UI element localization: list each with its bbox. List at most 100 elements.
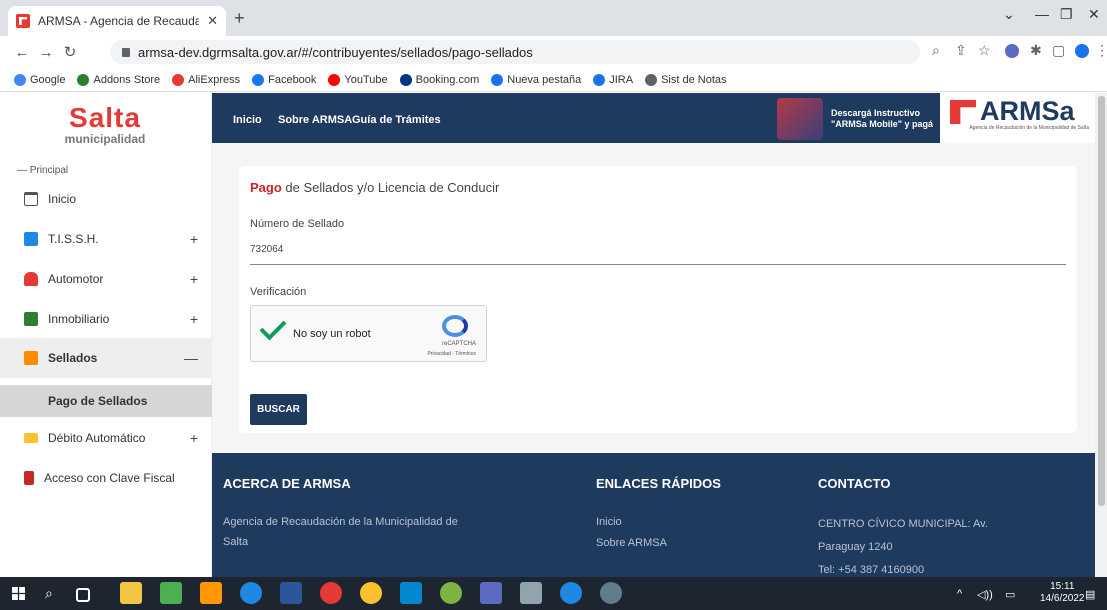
sidebar-item-automotor[interactable]: Automotor + bbox=[0, 259, 212, 299]
menu-dots-icon[interactable]: ⋮ bbox=[1095, 42, 1107, 59]
url-text: armsa-dev.dgrmsalta.gov.ar/#/contribuyen… bbox=[138, 44, 533, 60]
bookmark-item[interactable]: Google bbox=[14, 73, 66, 86]
tray-chevron-icon[interactable]: ^ bbox=[957, 588, 962, 600]
buscar-button[interactable]: BUSCAR bbox=[250, 394, 307, 425]
bookmark-item[interactable]: Nueva pestaña bbox=[491, 73, 582, 86]
search-icon[interactable]: ⌕ bbox=[45, 585, 53, 602]
app-icon[interactable] bbox=[160, 582, 182, 604]
sidebar-item-tissh[interactable]: T.I.S.S.H. + bbox=[0, 219, 212, 259]
app-icon[interactable] bbox=[520, 582, 542, 604]
bookmark-icon bbox=[14, 73, 26, 86]
captcha-terms-link[interactable]: Privacidad - Términos bbox=[427, 351, 476, 357]
tab-close-icon[interactable]: ✕ bbox=[207, 13, 218, 29]
shield-icon[interactable] bbox=[1075, 44, 1089, 58]
app-icon[interactable] bbox=[600, 582, 622, 604]
expand-icon[interactable]: + bbox=[190, 271, 198, 287]
sidebar-subitem-pago-sellados[interactable]: Pago de Sellados bbox=[0, 385, 212, 417]
extension-icon[interactable] bbox=[1005, 44, 1019, 58]
logo-subtitle: municipalidad bbox=[64, 132, 146, 146]
puzzle-icon[interactable]: ✱ bbox=[1030, 42, 1042, 59]
car-icon bbox=[24, 272, 38, 286]
bookmark-label: Facebook bbox=[268, 73, 317, 86]
sidebar-item-label: Inicio bbox=[48, 192, 77, 206]
maximize-button[interactable]: ❐ bbox=[1060, 6, 1073, 23]
edge-icon[interactable] bbox=[240, 582, 262, 604]
app-icon[interactable] bbox=[400, 582, 422, 604]
navigation-bar: ← → ↻ armsa-dev.dgrmsalta.gov.ar/#/contr… bbox=[0, 36, 1107, 68]
footer-link-inicio[interactable]: Inicio bbox=[596, 516, 622, 528]
network-icon[interactable]: ▭ bbox=[1005, 588, 1015, 601]
mobile-app-promo[interactable]: Descargá Instructivo "ARMSa Mobile" y pa… bbox=[777, 97, 937, 140]
close-window-button[interactable]: ✕ bbox=[1088, 6, 1100, 23]
browser-tab[interactable]: ARMSA - Agencia de Recaudació ✕ bbox=[8, 6, 226, 36]
bookmark-icon bbox=[491, 73, 504, 86]
sidebar-item-label: Inmobiliario bbox=[48, 312, 110, 326]
word-icon[interactable] bbox=[280, 582, 302, 604]
side-panel-icon[interactable]: ▢ bbox=[1052, 42, 1065, 59]
file-explorer-icon[interactable] bbox=[120, 582, 142, 604]
chrome-icon[interactable] bbox=[360, 582, 382, 604]
bookmark-item[interactable]: JIRA bbox=[593, 73, 633, 86]
expand-icon[interactable]: + bbox=[190, 311, 198, 327]
expand-icon[interactable]: + bbox=[190, 231, 198, 247]
bookmark-item[interactable]: Facebook bbox=[252, 73, 317, 86]
back-icon[interactable]: ← bbox=[10, 44, 34, 61]
bookmark-label: Nueva pestaña bbox=[507, 73, 582, 86]
app-icon[interactable] bbox=[320, 582, 342, 604]
bookmark-item[interactable]: YouTube bbox=[328, 73, 388, 86]
page-title: Pago de Sellados y/o Licencia de Conduci… bbox=[250, 180, 500, 195]
volume-icon[interactable]: ◁)) bbox=[977, 588, 993, 601]
app-icon[interactable] bbox=[480, 582, 502, 604]
sidebar-item-label: Sellados bbox=[48, 351, 98, 365]
bookmark-icon bbox=[645, 73, 658, 86]
address-bar[interactable]: armsa-dev.dgrmsalta.gov.ar/#/contribuyen… bbox=[110, 40, 920, 64]
sellado-number-input[interactable]: 732064 bbox=[250, 244, 283, 255]
promo-line-1: Descargá Instructivo bbox=[831, 107, 921, 118]
forward-icon[interactable]: → bbox=[34, 44, 58, 61]
nav-inicio[interactable]: Inicio bbox=[233, 114, 262, 126]
sidebar-item-inmobiliario[interactable]: Inmobiliario + bbox=[0, 299, 212, 339]
bookmark-label: AliExpress bbox=[188, 73, 241, 86]
bookmark-icon bbox=[328, 73, 341, 86]
bookmark-label: Addons Store bbox=[93, 73, 161, 86]
reload-icon[interactable]: ↻ bbox=[58, 43, 82, 61]
internet-explorer-icon[interactable] bbox=[560, 582, 582, 604]
bookmark-item[interactable]: Addons Store bbox=[77, 73, 161, 86]
bookmark-item[interactable]: Booking.com bbox=[399, 73, 479, 86]
salta-logo[interactable]: Salta municipalidad bbox=[40, 104, 170, 148]
promo-line-2: "ARMSa Mobile" y pagá bbox=[831, 118, 934, 129]
bookmark-item[interactable]: Sist de Notas bbox=[645, 73, 727, 86]
share-icon[interactable]: ⇪ bbox=[955, 42, 967, 59]
nav-guia-tramites[interactable]: Guía de Trámites bbox=[352, 114, 441, 126]
zoom-icon[interactable]: ⌕ bbox=[932, 42, 940, 59]
tab-search-icon[interactable]: ⌄ bbox=[1003, 6, 1015, 23]
bookmark-item[interactable]: AliExpress bbox=[172, 73, 241, 86]
footer-links-title: ENLACES RÁPIDOS bbox=[596, 476, 721, 491]
new-tab-button[interactable]: + bbox=[234, 8, 245, 29]
sidebar-item-debito[interactable]: Débito Automático + bbox=[0, 418, 212, 458]
scrollbar-thumb[interactable] bbox=[1098, 96, 1105, 506]
task-view-icon[interactable] bbox=[76, 588, 90, 602]
collapse-icon[interactable]: — bbox=[184, 350, 198, 366]
notifications-icon[interactable]: ▤ bbox=[1085, 588, 1095, 601]
app-icon[interactable] bbox=[440, 582, 462, 604]
bookmark-label: Google bbox=[30, 73, 66, 86]
armsa-logo[interactable]: ARMSa Agencia de Recaudación de la Munic… bbox=[940, 93, 1095, 143]
sidebar-item-label: Automotor bbox=[48, 272, 104, 286]
brand-name: ARMSa bbox=[946, 97, 1089, 125]
sidebar-item-clave-fiscal[interactable]: Acceso con Clave Fiscal bbox=[0, 458, 212, 498]
sidebar-item-label: Acceso con Clave Fiscal bbox=[44, 471, 175, 485]
nav-sobre-armsa[interactable]: Sobre ARMSA bbox=[278, 114, 352, 126]
door-icon bbox=[24, 471, 34, 485]
sidebar-item-inicio[interactable]: Inicio bbox=[0, 179, 212, 219]
taskbar-clock[interactable]: 15:11 14/6/2022 bbox=[1040, 581, 1085, 605]
bookmark-icon bbox=[399, 73, 412, 86]
expand-icon[interactable]: + bbox=[190, 430, 198, 446]
sidebar-item-sellados[interactable]: Sellados — bbox=[0, 338, 212, 378]
app-icon[interactable] bbox=[200, 582, 222, 604]
recaptcha-widget[interactable]: No soy un robot reCAPTCHA Privacidad - T… bbox=[250, 305, 487, 362]
footer-link-sobre-armsa[interactable]: Sobre ARMSA bbox=[596, 537, 667, 549]
checkmark-icon[interactable] bbox=[259, 313, 287, 341]
minimize-button[interactable]: — bbox=[1035, 6, 1049, 22]
bookmark-star-icon[interactable]: ☆ bbox=[978, 42, 991, 59]
